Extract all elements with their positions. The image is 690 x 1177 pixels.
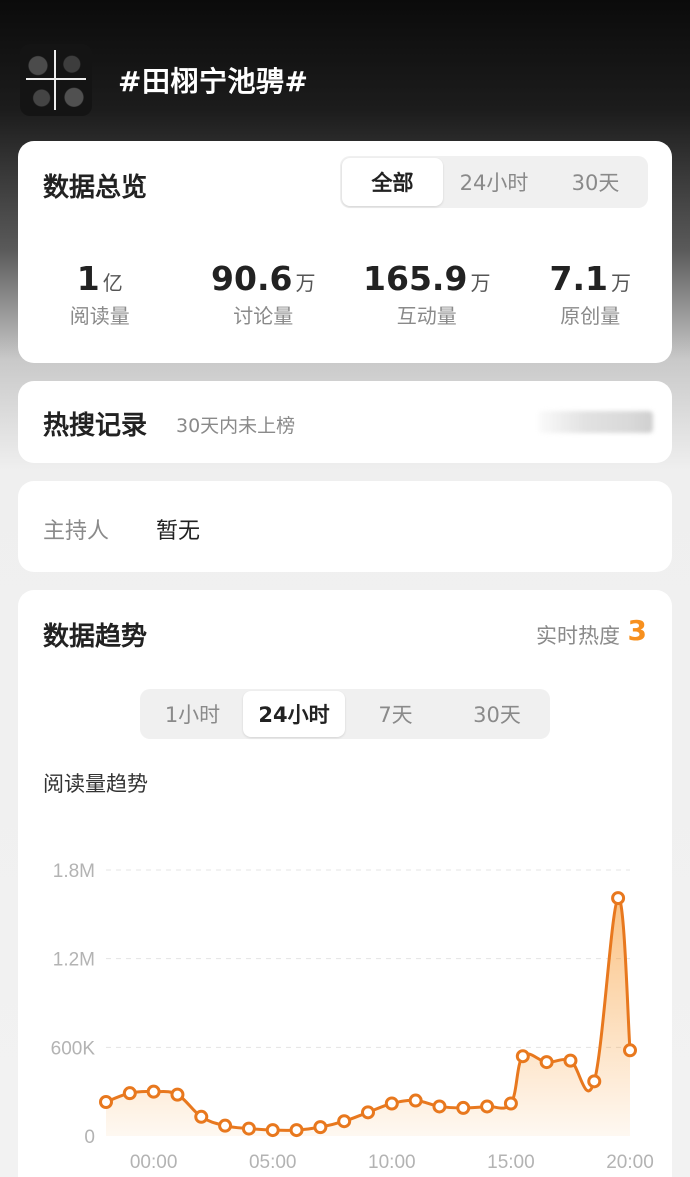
y-tick-label: 600K: [51, 1038, 96, 1059]
stat-unit: 万: [610, 271, 631, 295]
chart-data-point[interactable]: [265, 1123, 280, 1138]
overview-card: 数据总览 全部 24小时 30天 1亿 阅读量 90.6 万 讨论量 165.9 万…: [18, 141, 672, 363]
x-tick-label: 15:00: [487, 1152, 535, 1173]
host-value: 暂无: [156, 519, 201, 544]
x-tick-label: 05:00: [249, 1152, 297, 1173]
tab-30d[interactable]: 30天: [545, 158, 646, 206]
chart-data-point[interactable]: [289, 1123, 304, 1138]
chart-data-point[interactable]: [194, 1109, 209, 1124]
chart-data-point[interactable]: [563, 1053, 578, 1068]
stat-reads: 1亿 阅读量: [18, 259, 182, 329]
stat-discussions: 90.6 万 讨论量: [182, 259, 346, 329]
hot-search-card[interactable]: 热搜记录 30天内未上榜: [18, 381, 672, 463]
chart-data-point[interactable]: [587, 1074, 602, 1089]
chart-data-point[interactable]: [241, 1121, 256, 1136]
topic-avatar[interactable]: [20, 44, 92, 116]
stat-unit: 万: [295, 271, 316, 295]
y-tick-label: 1.8M: [53, 861, 95, 882]
chart-data-point[interactable]: [384, 1096, 399, 1111]
chart-data-point[interactable]: [337, 1114, 352, 1129]
chart-data-point[interactable]: [361, 1105, 375, 1120]
stat-value: 165.9: [363, 259, 468, 298]
chart-data-point[interactable]: [456, 1100, 471, 1115]
stat-value: 1: [76, 259, 100, 298]
host-card: 主持人 暂无: [18, 481, 672, 572]
stat-unit: 亿: [102, 271, 123, 295]
overview-stats: 1亿 阅读量 90.6 万 讨论量 165.9 万 互动量 7.1 万 原创量: [18, 259, 672, 329]
chart-data-point[interactable]: [170, 1087, 185, 1102]
hot-search-title: 热搜记录: [43, 411, 148, 441]
stat-value: 90.6: [211, 259, 293, 298]
stat-label: 原创量: [560, 304, 621, 328]
chart-data-point[interactable]: [218, 1118, 233, 1133]
x-tick-label: 10:00: [368, 1152, 416, 1173]
stat-unit: 万: [470, 271, 491, 295]
chart-data-point[interactable]: [408, 1093, 423, 1108]
chart-data-point[interactable]: [99, 1095, 113, 1110]
chart-data-point[interactable]: [122, 1086, 137, 1101]
stat-label: 讨论量: [233, 304, 294, 328]
trend-card: 数据趋势 实时热度 3 1小时 24小时 7天 30天 阅读量趋势 0 600K 1…: [18, 590, 672, 1177]
tab-all[interactable]: 全部: [342, 158, 443, 206]
chart-data-point[interactable]: [515, 1049, 530, 1064]
overview-title: 数据总览: [43, 173, 148, 203]
blurred-region: [538, 411, 653, 433]
chart-data-point[interactable]: [623, 1043, 637, 1058]
chart-data-point[interactable]: [503, 1096, 518, 1111]
x-tick-label: 20:00: [606, 1152, 654, 1173]
y-tick-label: 1.2M: [53, 950, 95, 971]
topic-title: #田栩宁池骋#: [118, 65, 309, 98]
chart-data-point[interactable]: [432, 1099, 447, 1114]
stat-label: 互动量: [396, 304, 457, 328]
stat-originals: 7.1 万 原创量: [509, 259, 673, 329]
stat-interactions: 165.9 万 互动量: [345, 259, 509, 329]
reads-trend-chart: 0 600K 1.2M 1.8M 00:00 05:00 10:00 15:00 20:00: [51, 861, 654, 1173]
topic-header: #田栩宁池骋#: [20, 44, 670, 116]
tab-24h[interactable]: 24小时: [443, 158, 545, 206]
overview-range-tabs: 全部 24小时 30天: [340, 156, 648, 208]
chart-data-point[interactable]: [539, 1055, 554, 1070]
y-tick-label: 0: [84, 1127, 95, 1148]
x-tick-label: 00:00: [130, 1152, 178, 1173]
chart-data-point[interactable]: [611, 891, 626, 906]
stat-value: 7.1: [549, 259, 608, 298]
chart-data-point[interactable]: [146, 1084, 161, 1099]
chart-data-point[interactable]: [480, 1099, 495, 1114]
stat-label: 阅读量: [69, 304, 130, 328]
host-label: 主持人: [43, 519, 110, 544]
hot-search-status: 30天内未上榜: [176, 415, 296, 437]
chart-data-point[interactable]: [313, 1120, 328, 1135]
